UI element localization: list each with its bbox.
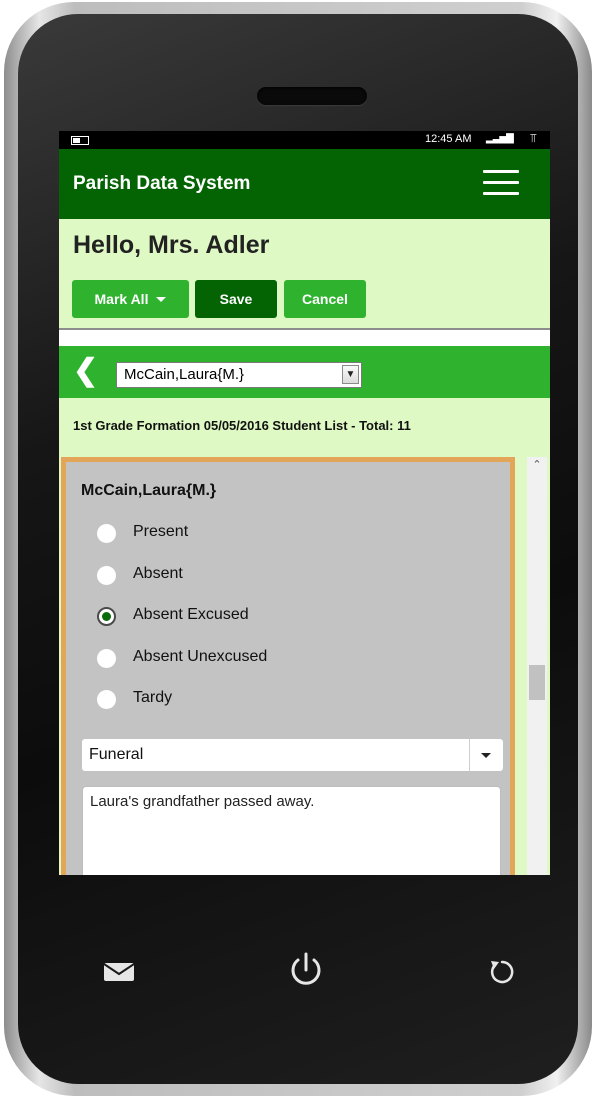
radio-button[interactable]	[97, 566, 116, 585]
radio-label: Absent Excused	[133, 606, 249, 623]
list-info-bar: 1st Grade Formation 05/05/2016 Student L…	[59, 398, 550, 450]
cancel-label: Cancel	[302, 291, 348, 307]
student-name: McCain,Laura{M.}	[81, 482, 217, 499]
notes-text: Laura's grandfather passed away.	[90, 793, 315, 810]
scrollbar-thumb[interactable]	[529, 665, 545, 700]
select-divider	[469, 739, 470, 771]
network-icon: ⫪	[530, 131, 537, 145]
chevron-down-icon: ▼	[342, 365, 359, 384]
app-header: Parish Data System	[59, 149, 550, 219]
radio-label: Present	[133, 523, 189, 540]
status-bar: 12:45 AM ▂▃▅▇ ⫪	[59, 131, 550, 149]
signal-bars-icon: ▂▃▅▇	[486, 133, 514, 144]
student-nav-bar: ❮ McCain,Laura{M.} ▼	[59, 346, 550, 398]
radio-button[interactable]	[97, 524, 116, 543]
student-card: McCain,Laura{M.} Present Absent Absent E…	[61, 457, 515, 875]
vertical-scrollbar[interactable]: ⌃	[527, 457, 547, 875]
card-area: McCain,Laura{M.} Present Absent Absent E…	[59, 450, 550, 875]
list-info-text: 1st Grade Formation 05/05/2016 Student L…	[73, 418, 411, 433]
battery-icon	[71, 136, 89, 145]
scroll-up-icon[interactable]: ⌃	[527, 457, 547, 474]
save-button[interactable]: Save	[195, 280, 277, 318]
radio-label: Tardy	[133, 689, 173, 706]
phone-screen: 12:45 AM ▂▃▅▇ ⫪ Parish Data System Hello…	[59, 131, 550, 875]
save-label: Save	[219, 291, 253, 307]
power-icon[interactable]	[286, 950, 326, 990]
mark-all-label: Mark All	[94, 291, 149, 307]
caret-down-icon	[481, 753, 491, 758]
radio-button[interactable]	[97, 607, 116, 626]
app-title: Parish Data System	[73, 173, 251, 194]
status-time: 12:45 AM	[425, 133, 472, 145]
cancel-button[interactable]: Cancel	[284, 280, 366, 318]
refresh-back-icon[interactable]	[486, 956, 518, 988]
radio-label: Absent	[133, 565, 183, 582]
greeting-text: Hello, Mrs. Adler	[73, 231, 270, 259]
mail-icon[interactable]	[103, 962, 135, 982]
greeting-area: Hello, Mrs. Adler Mark All Save Cancel	[59, 219, 550, 330]
mark-all-button[interactable]: Mark All	[72, 280, 189, 318]
phone-speaker	[257, 87, 367, 105]
reason-value: Funeral	[89, 746, 144, 763]
radio-label: Absent Unexcused	[133, 648, 268, 665]
chevron-left-icon[interactable]: ❮	[73, 355, 98, 387]
radio-button[interactable]	[97, 690, 116, 709]
hamburger-menu-icon[interactable]	[483, 170, 519, 196]
caret-down-icon	[156, 296, 167, 302]
notes-textarea[interactable]: Laura's grandfather passed away.	[82, 786, 501, 875]
student-select[interactable]: McCain,Laura{M.} ▼	[116, 362, 362, 388]
radio-button[interactable]	[97, 649, 116, 668]
student-select-value: McCain,Laura{M.}	[124, 366, 245, 383]
reason-select[interactable]: Funeral	[82, 739, 503, 771]
